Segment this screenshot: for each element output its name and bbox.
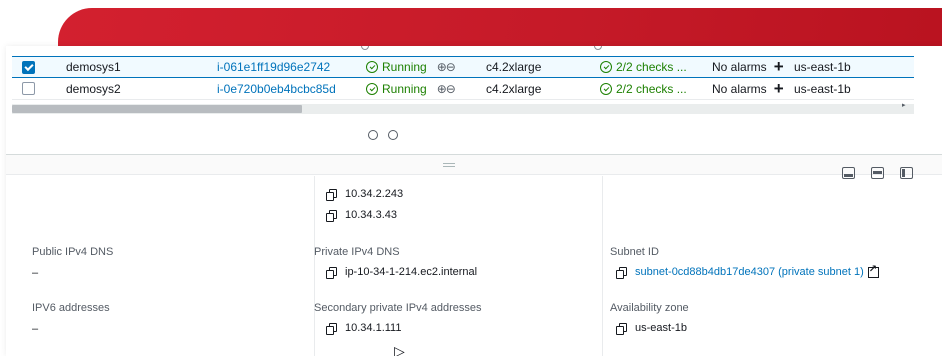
instance-name: demosys1 (66, 60, 121, 74)
state-label: Running (382, 60, 427, 74)
private-ip-text: 10.34.3.43 (345, 209, 397, 221)
peek-status-icon (361, 46, 369, 50)
copy-icon[interactable] (326, 188, 337, 201)
alarm-status: No alarms + (712, 80, 784, 97)
availability-zone: us-east-1b (794, 81, 851, 96)
private-dns-text: ip-10-34-1-214.ec2.internal (345, 266, 478, 278)
instances-panel: demosys1 i-061e1ff19d96e2742 Running ⊕⊖ … (6, 46, 942, 356)
alarm-status: No alarms + (712, 58, 784, 75)
status-check-label: 2/2 checks ... (616, 60, 687, 74)
state-label: Running (382, 81, 427, 96)
instance-id-link[interactable]: i-0e720b0eb4bcbc85d (217, 82, 336, 96)
table-row[interactable]: demosys2 i-0e720b0eb4bcbc85d Running ⊕⊖ … (12, 78, 914, 100)
pagination (368, 130, 398, 140)
mouse-cursor-icon: ▷ (394, 343, 405, 356)
horizontal-scrollbar[interactable] (12, 104, 914, 114)
add-alarm-plus-icon[interactable]: + (774, 58, 784, 75)
secondary-ip-label: Secondary private IPv4 addresses (314, 302, 482, 314)
column-divider (602, 176, 603, 356)
copy-icon[interactable] (326, 209, 337, 222)
panel-bottom-layout-icon[interactable] (842, 167, 855, 179)
zoom-icon[interactable]: ⊕⊖ (437, 60, 456, 74)
instance-state: Running ⊕⊖ (366, 60, 456, 74)
row-checkbox[interactable] (22, 82, 35, 95)
public-dns-value: – (32, 267, 39, 279)
alarm-label: No alarms (712, 81, 767, 96)
status-check-label: 2/2 checks ... (616, 81, 687, 96)
copy-icon[interactable] (616, 266, 627, 279)
copy-icon[interactable] (326, 322, 337, 335)
table-row[interactable]: demosys1 i-061e1ff19d96e2742 Running ⊕⊖ … (12, 56, 914, 78)
az-text: us-east-1b (635, 322, 687, 334)
panel-side-layout-icon[interactable] (900, 167, 913, 179)
drag-handle-icon[interactable] (443, 163, 455, 167)
add-alarm-plus-icon[interactable]: + (774, 80, 784, 97)
private-dns-value: ip-10-34-1-214.ec2.internal (326, 266, 478, 279)
private-ip-value: 10.34.2.243 (326, 188, 404, 201)
instance-id-link[interactable]: i-061e1ff19d96e2742 (217, 60, 330, 74)
availability-zone: us-east-1b (794, 60, 851, 74)
external-link-icon[interactable] (867, 264, 879, 278)
secondary-ip-value: 10.34.1.111 (326, 322, 402, 335)
private-dns-label: Private IPv4 DNS (314, 246, 400, 258)
subnet-label: Subnet ID (610, 246, 659, 258)
subnet-value: subnet-0cd88b4db17de4307 (private subnet… (616, 264, 879, 279)
running-status-icon (366, 82, 378, 95)
alarm-label: No alarms (712, 60, 767, 74)
check-passed-icon (600, 82, 612, 95)
instance-name: demosys2 (66, 81, 121, 96)
secondary-ip-text: 10.34.1.111 (345, 322, 402, 334)
private-ip-value: 10.34.3.43 (326, 209, 397, 222)
pagination-dot[interactable] (368, 130, 378, 140)
copy-icon[interactable] (326, 266, 337, 279)
instance-state: Running ⊕⊖ (366, 81, 456, 96)
split-panel-header[interactable] (6, 155, 942, 175)
public-dns-label: Public IPv4 DNS (32, 246, 114, 258)
row-checkbox[interactable] (22, 60, 35, 74)
status-check[interactable]: 2/2 checks ... (600, 60, 687, 74)
subnet-link[interactable]: subnet-0cd88b4db17de4307 (private subnet… (635, 266, 864, 278)
check-passed-icon (600, 61, 612, 73)
peek-status-icon (594, 46, 602, 50)
az-value: us-east-1b (616, 322, 687, 335)
pagination-dot[interactable] (388, 130, 398, 140)
status-check[interactable]: 2/2 checks ... (600, 82, 687, 96)
private-ip-text: 10.34.2.243 (345, 188, 404, 200)
instance-type: c4.2xlarge (486, 81, 542, 96)
ipv6-label: IPV6 addresses (32, 302, 110, 314)
column-divider (314, 176, 315, 356)
copy-icon[interactable] (616, 322, 627, 335)
instance-type: c4.2xlarge (486, 60, 542, 74)
az-label: Availability zone (610, 302, 689, 314)
zoom-icon[interactable]: ⊕⊖ (437, 82, 456, 96)
running-status-icon (366, 61, 378, 73)
scroll-right-arrow-icon[interactable]: ▸ (902, 101, 906, 109)
ipv6-value: – (32, 323, 39, 335)
panel-center-layout-icon[interactable] (871, 167, 884, 179)
scrollbar-thumb[interactable] (12, 105, 302, 113)
